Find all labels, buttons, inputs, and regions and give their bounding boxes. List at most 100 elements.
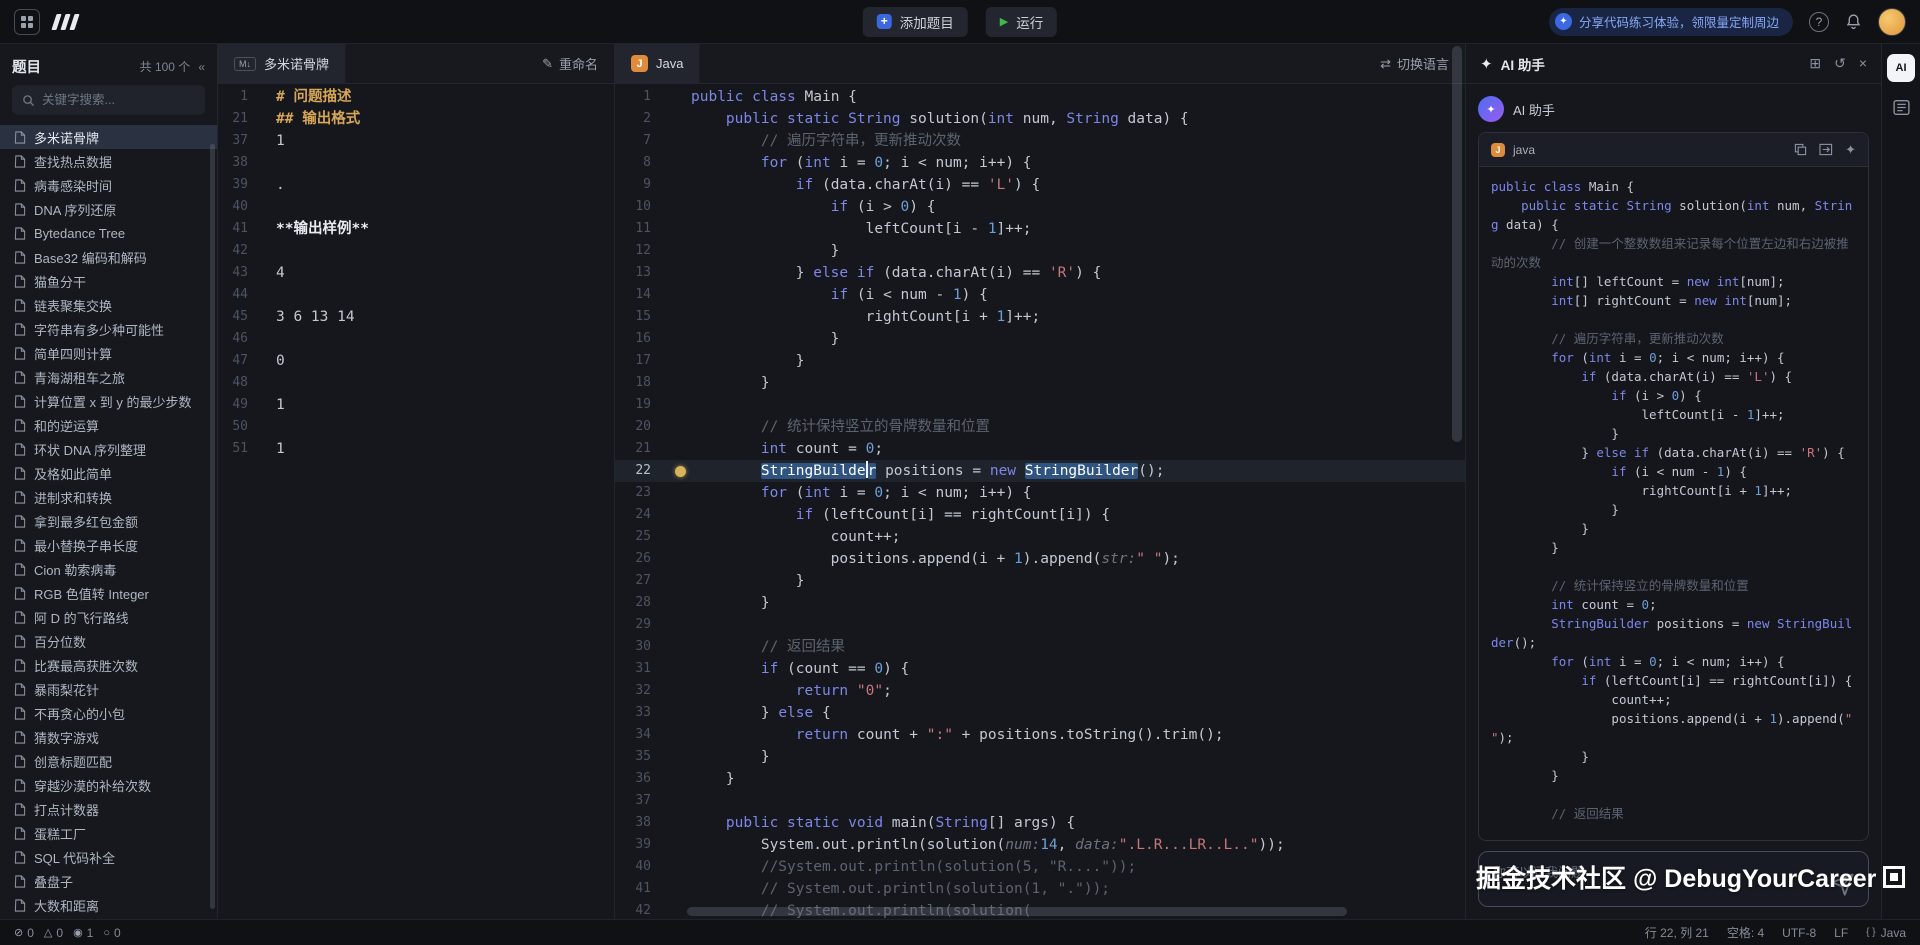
sidebar-item[interactable]: 叠盘子 xyxy=(0,869,217,893)
sidebar-item[interactable]: 青海湖租车之旅 xyxy=(0,365,217,389)
sidebar-item[interactable]: 暴雨梨花针 xyxy=(0,677,217,701)
sidebar-item[interactable]: DNA 序列还原 xyxy=(0,197,217,221)
line-number: 22 xyxy=(615,460,673,482)
sidebar-item[interactable]: Bytedance Tree xyxy=(0,221,217,245)
rename-button[interactable]: ✎ 重命名 xyxy=(542,54,614,73)
ai-chat-input[interactable] xyxy=(1479,852,1868,906)
sidebar-item[interactable]: 拿到最多红包金额 xyxy=(0,509,217,533)
vertical-scrollbar[interactable] xyxy=(1452,46,1462,442)
problem-counter[interactable]: ◉1 xyxy=(73,926,93,940)
ai-assistant-button[interactable]: AI xyxy=(1887,54,1915,82)
sidebar-item[interactable]: 蛋糕工厂 xyxy=(0,821,217,845)
line-number: 47 xyxy=(218,350,264,372)
search-input[interactable] xyxy=(42,93,195,107)
sidebar-item-label: 链表聚集交换 xyxy=(34,296,112,315)
app-menu-icon[interactable] xyxy=(14,9,40,35)
code-line: 44 xyxy=(218,284,614,306)
problem-counter[interactable]: ○0 xyxy=(103,926,120,940)
line-number: 29 xyxy=(615,614,673,636)
line-number: 15 xyxy=(615,306,673,328)
sidebar-item-label: 蛋糕工厂 xyxy=(34,824,86,843)
sidebar-item[interactable]: 大数和距离 xyxy=(0,893,217,917)
code-line: 48 xyxy=(218,372,614,394)
sidebar-item[interactable]: Base32 编码和解码 xyxy=(0,245,217,269)
code-line: 34 return count + ":" + positions.toStri… xyxy=(615,724,1465,746)
code-line: 29 xyxy=(615,614,1465,636)
md-editor-lines[interactable]: 1# 问题描述21## 输出格式3713839.4041**输出样例**4243… xyxy=(218,84,614,919)
sidebar-item[interactable]: 猫鱼分干 xyxy=(0,269,217,293)
search-box[interactable] xyxy=(12,85,205,115)
problems-summary[interactable]: ⊘0 △0 ◉1 ○0 xyxy=(14,926,121,940)
sidebar-item-label: 病毒感染时间 xyxy=(34,176,112,195)
sidebar-scrollbar[interactable] xyxy=(210,144,215,909)
horizontal-scrollbar[interactable] xyxy=(687,907,1347,916)
insert-code-icon[interactable] xyxy=(1819,143,1833,156)
help-icon[interactable]: ? xyxy=(1809,12,1829,32)
indent-setting[interactable]: 空格: 4 xyxy=(1727,924,1764,941)
lightbulb-icon[interactable] xyxy=(675,466,686,477)
sidebar-item[interactable]: 病毒感染时间 xyxy=(0,173,217,197)
run-button[interactable]: ▶ 运行 xyxy=(986,7,1057,37)
line-number: 21 xyxy=(218,108,264,130)
eol[interactable]: LF xyxy=(1834,926,1848,940)
file-icon xyxy=(14,587,26,600)
sidebar-item[interactable]: 百分位数 xyxy=(0,629,217,653)
promo-badge[interactable]: ✦ 分享代码练习体验，领限量定制周边 xyxy=(1549,8,1793,36)
copy-icon[interactable] xyxy=(1794,143,1807,156)
sidebar-item-label: 拿到最多红包金额 xyxy=(34,512,138,531)
sidebar-title: 题目 xyxy=(12,56,41,77)
sidebar-item[interactable]: 最小替换子串长度 xyxy=(0,533,217,557)
announcement-icon: ✦ xyxy=(1555,13,1572,30)
send-icon[interactable] xyxy=(1829,870,1856,897)
sidebar-item[interactable]: 创意标题匹配 xyxy=(0,749,217,773)
braces-icon: { } xyxy=(1866,927,1875,938)
user-avatar[interactable] xyxy=(1878,8,1906,36)
tab-java[interactable]: J Java xyxy=(615,44,700,84)
sidebar-item[interactable]: 字符串有多少种可能性 xyxy=(0,317,217,341)
new-chat-icon[interactable]: ⊞ xyxy=(1809,55,1821,72)
ai-chat-input-box[interactable] xyxy=(1478,851,1869,907)
sidebar-item[interactable]: 不再贪心的小包 xyxy=(0,701,217,725)
sparkle-icon[interactable]: ✦ xyxy=(1845,142,1856,158)
code-editor-lines[interactable]: 1public class Main {2 public static Stri… xyxy=(615,84,1465,919)
sidebar-item[interactable]: 和的逆运算 xyxy=(0,413,217,437)
sidebar-item[interactable]: 进制求和转换 xyxy=(0,485,217,509)
code-line: 28 } xyxy=(615,592,1465,614)
sidebar-item[interactable]: RGB 色值转 Integer xyxy=(0,581,217,605)
code-line: 11 leftCount[i - 1]++; xyxy=(615,218,1465,240)
sidebar-item[interactable]: 比赛最高获胜次数 xyxy=(0,653,217,677)
sidebar-item[interactable]: 查找热点数据 xyxy=(0,149,217,173)
sidebar-item[interactable]: 打点计数器 xyxy=(0,797,217,821)
sidebar-item[interactable]: 猜数字游戏 xyxy=(0,725,217,749)
history-icon[interactable]: ↺ xyxy=(1834,55,1846,72)
sidebar-item-label: 最小替换子串长度 xyxy=(34,536,138,555)
sidebar-item[interactable]: 阿 D 的飞行路线 xyxy=(0,605,217,629)
encoding[interactable]: UTF-8 xyxy=(1782,926,1816,940)
problem-counter[interactable]: △0 xyxy=(44,926,63,940)
sidebar-item[interactable]: 简单四则计算 xyxy=(0,341,217,365)
tab-problem[interactable]: M↓ 多米诺骨牌 xyxy=(218,44,346,84)
sidebar-item[interactable]: 环状 DNA 序列整理 xyxy=(0,437,217,461)
sidebar-item-label: 打点计数器 xyxy=(34,800,99,819)
code-line: 7 // 遍历字符串，更新推动次数 xyxy=(615,130,1465,152)
sidebar-item-label: 简单四则计算 xyxy=(34,344,112,363)
sidebar-item[interactable]: 计算位置 x 到 y 的最少步数 xyxy=(0,389,217,413)
language-mode[interactable]: { } Java xyxy=(1866,926,1906,940)
sidebar-item[interactable]: SQL 代码补全 xyxy=(0,845,217,869)
add-problem-button[interactable]: + 添加题目 xyxy=(863,7,968,37)
cursor-position[interactable]: 行 22, 列 21 xyxy=(1645,924,1709,941)
ai-logo-icon: ✦ xyxy=(1480,55,1493,73)
sidebar-item[interactable]: 多米诺骨牌 xyxy=(0,125,217,149)
rename-label: 重命名 xyxy=(559,54,598,73)
problem-counter[interactable]: ⊘0 xyxy=(14,926,34,940)
close-icon[interactable]: × xyxy=(1859,55,1867,72)
notification-icon[interactable] xyxy=(1845,13,1862,30)
collapse-sidebar-icon[interactable]: « xyxy=(198,60,205,74)
sidebar-item[interactable]: 及格如此简单 xyxy=(0,461,217,485)
line-number: 40 xyxy=(218,196,264,218)
file-icon xyxy=(14,779,26,792)
toolbox-icon[interactable] xyxy=(1892,98,1911,117)
sidebar-item[interactable]: Cion 勒索病毒 xyxy=(0,557,217,581)
sidebar-item[interactable]: 链表聚集交换 xyxy=(0,293,217,317)
sidebar-item[interactable]: 穿越沙漠的补给次数 xyxy=(0,773,217,797)
